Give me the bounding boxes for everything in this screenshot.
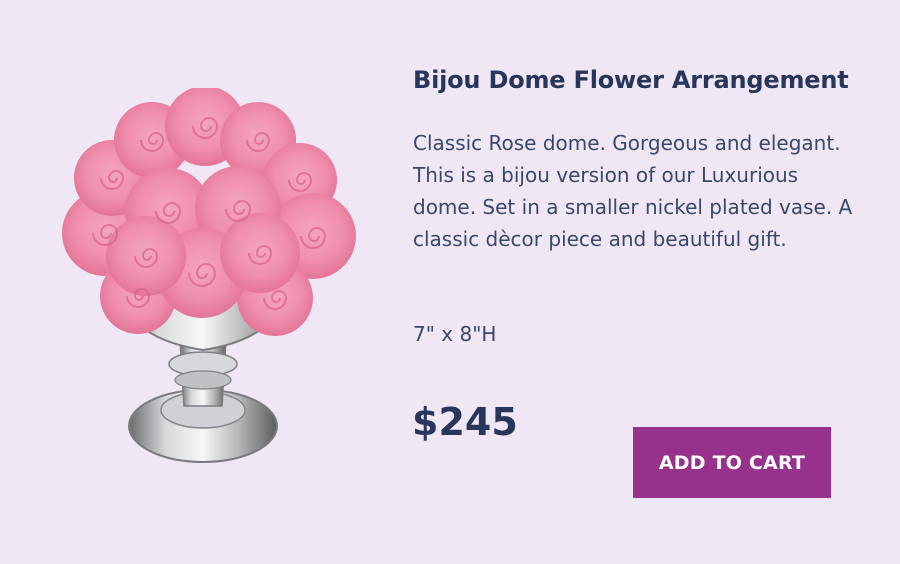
product-dimensions: 7" x 8"H — [413, 322, 497, 346]
product-description: Classic Rose dome. Gorgeous and elegant.… — [413, 131, 853, 251]
product-title: Bijou Dome Flower Arrangement — [413, 66, 849, 94]
add-to-cart-button[interactable]: ADD TO CART — [633, 427, 831, 498]
product-image — [30, 88, 385, 468]
product-price: $245 — [412, 400, 518, 444]
